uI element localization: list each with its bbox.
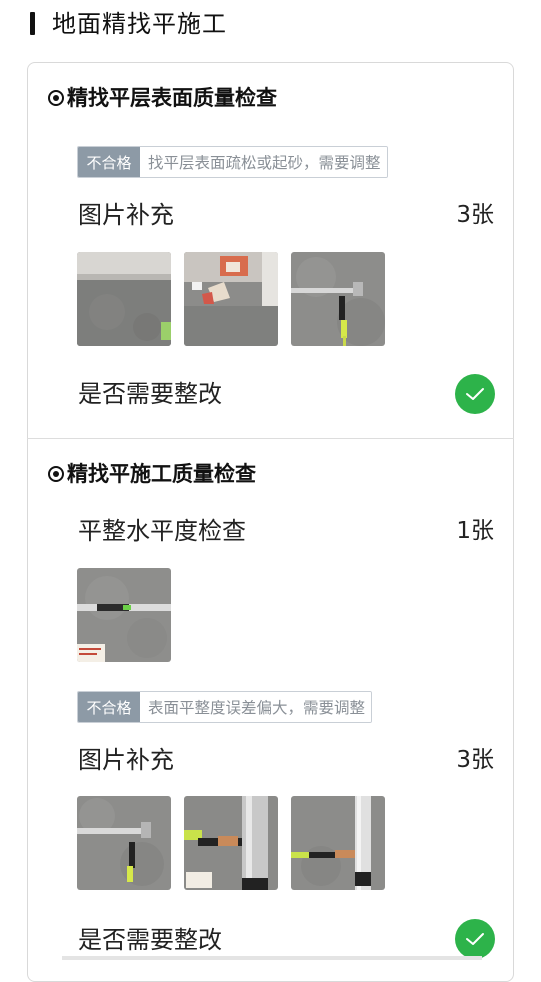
section-divider — [27, 438, 514, 439]
supplement-label: 图片补充 — [78, 746, 174, 774]
supplement-count: 3张 — [456, 747, 494, 773]
title-accent-bar — [30, 12, 35, 35]
rectify-check-toggle[interactable] — [455, 374, 495, 414]
check-icon — [466, 388, 484, 400]
photo-thumbnail[interactable] — [77, 252, 171, 346]
section-title-construction-quality: 精找平施工质量检查 — [48, 460, 256, 488]
flatness-check-label: 平整水平度检查 — [78, 517, 246, 545]
fail-tag: 不合格 表面平整度误差偏大，需要调整 — [77, 691, 373, 723]
section-title-surface-quality: 精找平层表面质量检查 — [48, 84, 277, 112]
scroll-edge-strip — [62, 956, 482, 960]
section-title-text: 精找平层表面质量检查 — [67, 86, 277, 110]
rectify-check-toggle[interactable] — [455, 919, 495, 959]
fail-tag-text: 表面平整度误差偏大，需要调整 — [140, 692, 372, 722]
fail-tag-text: 找平层表面疏松或起砂，需要调整 — [140, 147, 387, 177]
fail-tag-label: 不合格 — [78, 147, 140, 177]
section-title-text: 精找平施工质量检查 — [67, 462, 256, 486]
photo-thumbnail[interactable] — [291, 796, 385, 890]
page-title: 地面精找平施工 — [52, 10, 227, 38]
fail-tag-label: 不合格 — [78, 692, 140, 722]
photo-thumbnail[interactable] — [291, 252, 385, 346]
photo-thumbnail[interactable] — [77, 796, 171, 890]
rectify-label: 是否需要整改 — [78, 380, 222, 408]
photo-thumbnail[interactable] — [184, 796, 278, 890]
photo-thumbnail[interactable] — [77, 568, 171, 662]
page-header: 地面精找平施工 — [0, 0, 541, 50]
check-icon — [466, 933, 484, 945]
radio-dot-icon — [48, 466, 64, 482]
supplement-label: 图片补充 — [78, 201, 174, 229]
radio-dot-icon — [48, 90, 64, 106]
photo-thumbnail[interactable] — [184, 252, 278, 346]
rectify-label: 是否需要整改 — [78, 926, 222, 954]
flatness-check-count: 1张 — [456, 518, 494, 544]
fail-tag: 不合格 找平层表面疏松或起砂，需要调整 — [77, 146, 388, 178]
supplement-count: 3张 — [456, 202, 494, 228]
